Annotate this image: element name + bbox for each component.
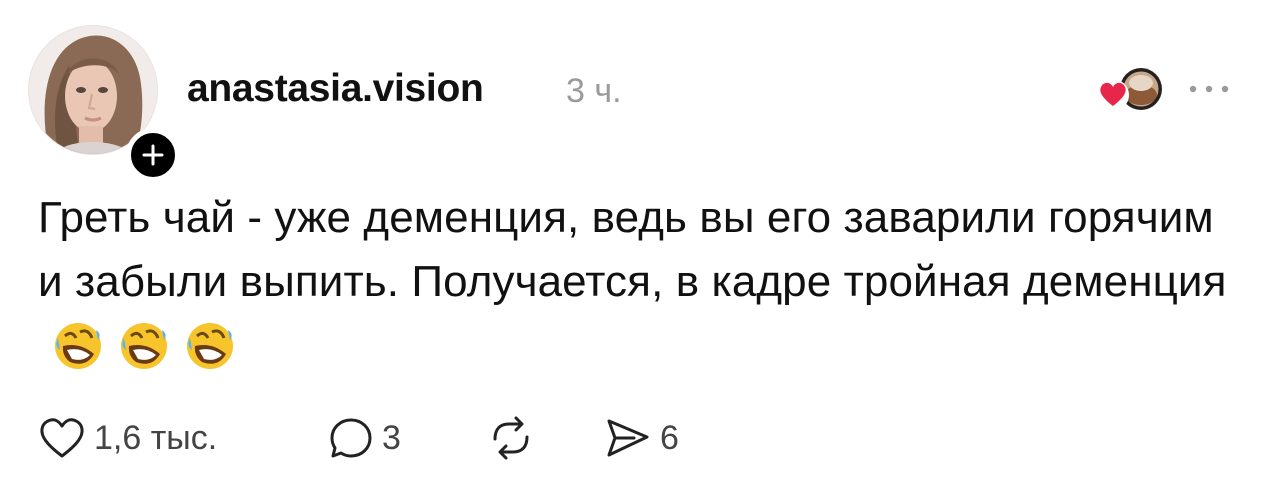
emoji-group bbox=[52, 320, 236, 372]
repost-button[interactable] bbox=[487, 414, 535, 462]
liked-by-indicator[interactable] bbox=[1093, 65, 1165, 113]
author-avatar-container[interactable] bbox=[28, 25, 180, 182]
repost-arrows-icon bbox=[493, 416, 529, 460]
post-text: Греть чай - уже деменция, ведь вы его за… bbox=[38, 193, 1227, 306]
rolling-laughing-emoji-icon bbox=[121, 323, 167, 369]
share-count: 6 bbox=[660, 419, 679, 457]
post-body: Греть чай - уже деменция, ведь вы его за… bbox=[38, 186, 1238, 378]
follow-button[interactable] bbox=[126, 128, 180, 182]
plus-icon bbox=[142, 144, 164, 166]
send-icon bbox=[607, 419, 649, 457]
heart-outline-icon bbox=[40, 418, 84, 458]
more-options-button[interactable] bbox=[1185, 76, 1233, 102]
author-username[interactable]: anastasia.vision bbox=[187, 66, 484, 112]
heart-badge-icon bbox=[1097, 79, 1129, 111]
speech-bubble-icon bbox=[330, 418, 372, 458]
share-button[interactable]: 6 bbox=[604, 414, 679, 462]
like-button[interactable]: 1,6 тыс. bbox=[38, 414, 217, 462]
post-card: anastasia.vision 3 ч. Греть чай - уже де… bbox=[0, 0, 1280, 503]
rolling-laughing-emoji-icon bbox=[187, 323, 233, 369]
rolling-laughing-emoji-icon bbox=[55, 323, 101, 369]
comment-button[interactable]: 3 bbox=[328, 414, 401, 462]
ellipsis-icon bbox=[1189, 85, 1229, 93]
like-count: 1,6 тыс. bbox=[94, 419, 218, 457]
post-timestamp: 3 ч. bbox=[566, 72, 622, 110]
comment-count: 3 bbox=[382, 419, 401, 457]
